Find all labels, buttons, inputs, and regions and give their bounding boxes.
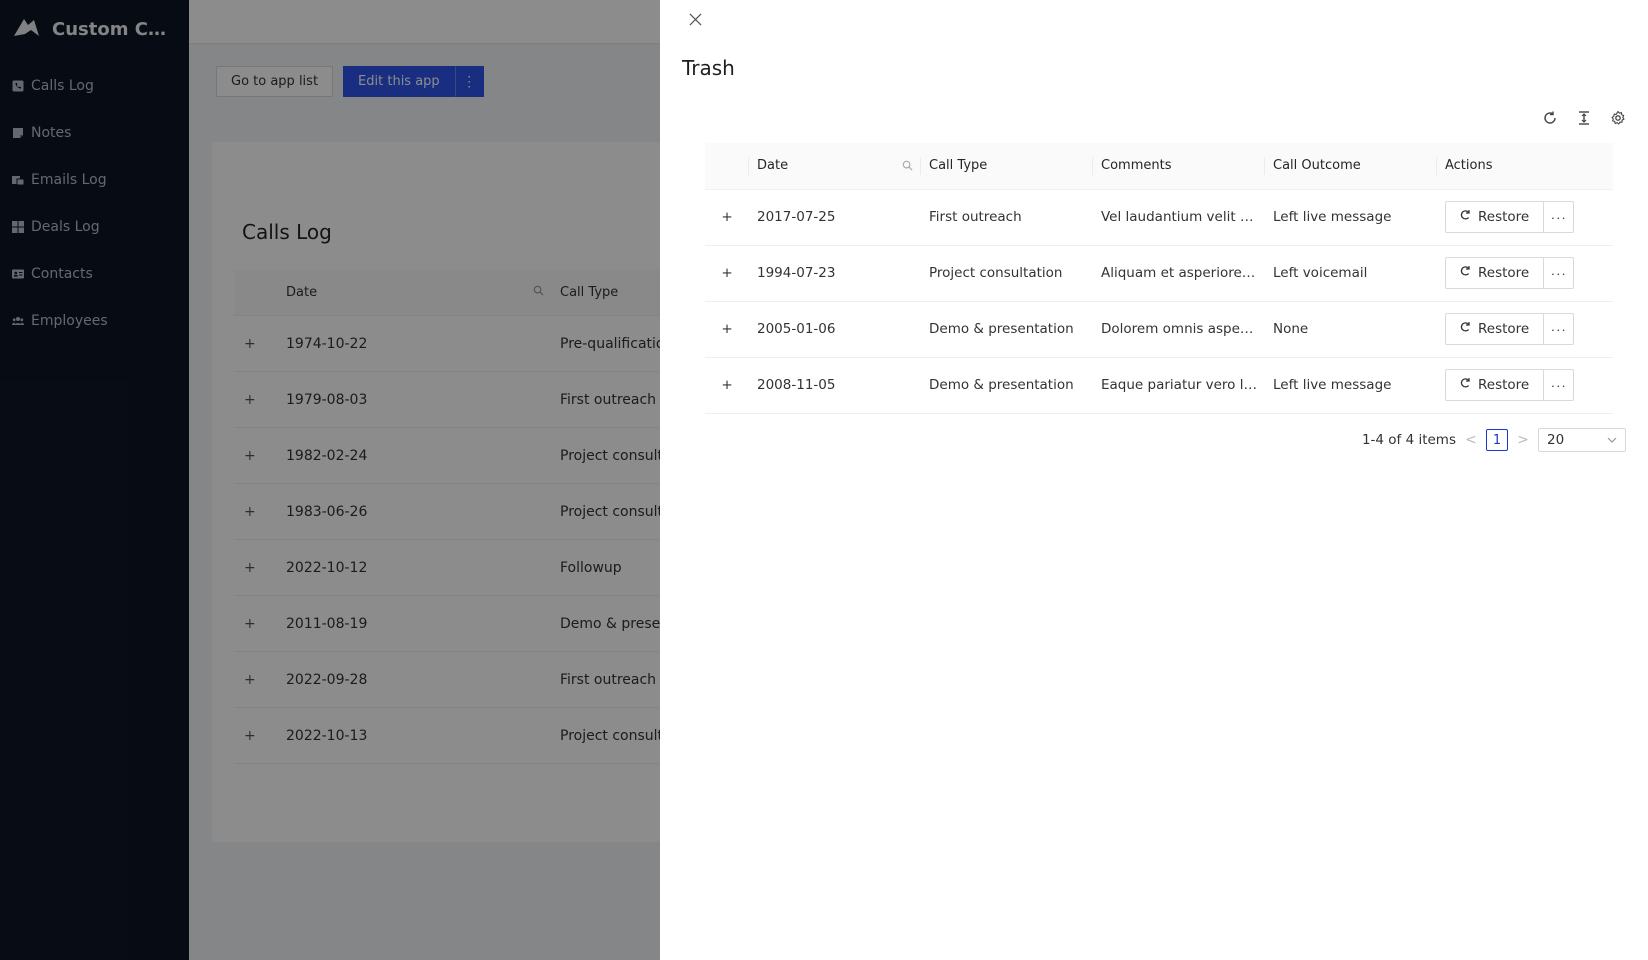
cell-actions: Restore ··· bbox=[1437, 245, 1613, 302]
row-actions: Restore ··· bbox=[1445, 313, 1605, 345]
restore-button[interactable]: Restore bbox=[1445, 257, 1545, 289]
cell-date: 2005-01-06 bbox=[749, 301, 921, 358]
cell-comments: Eaque pariatur vero la... bbox=[1093, 357, 1265, 414]
restore-button[interactable]: Restore bbox=[1445, 313, 1545, 345]
cell-call-type: Demo & presentation bbox=[921, 357, 1093, 414]
restore-icon bbox=[1459, 209, 1471, 225]
cell-actions: Restore ··· bbox=[1437, 189, 1613, 246]
cell-call-type: First outreach bbox=[921, 189, 1093, 246]
cell-call-outcome: Left live message bbox=[1265, 189, 1437, 246]
column-height-icon[interactable] bbox=[1574, 108, 1594, 128]
prev-page-button[interactable]: < bbox=[1464, 432, 1478, 448]
trash-table: Date Call Type Comments Call Outcome Act… bbox=[705, 143, 1613, 414]
row-more-button[interactable]: ··· bbox=[1544, 257, 1575, 289]
table-row: +1994-07-23 Project consultation Aliquam e… bbox=[705, 245, 1613, 302]
column-header-call-type[interactable]: Call Type bbox=[921, 143, 1093, 190]
column-header-actions: Actions bbox=[1437, 143, 1613, 190]
cell-call-outcome: Left live message bbox=[1265, 357, 1437, 414]
row-actions: Restore ··· bbox=[1445, 257, 1605, 289]
table-row: +2017-07-25 First outreach Vel laudantium … bbox=[705, 189, 1613, 246]
cell-comments: Dolorem omnis asperi... bbox=[1093, 301, 1265, 358]
column-header-comments[interactable]: Comments bbox=[1093, 143, 1265, 190]
cell-date: 1994-07-23 bbox=[749, 245, 921, 302]
page-size-value: 20 bbox=[1547, 432, 1565, 448]
row-actions: Restore ··· bbox=[1445, 369, 1605, 401]
refresh-icon[interactable] bbox=[1540, 108, 1560, 128]
cell-date: 2017-07-25 bbox=[749, 189, 921, 246]
restore-button[interactable]: Restore bbox=[1445, 201, 1545, 233]
row-more-button[interactable]: ··· bbox=[1544, 201, 1575, 233]
chevron-down-icon bbox=[1607, 435, 1617, 445]
cell-call-type: Demo & presentation bbox=[921, 301, 1093, 358]
pagination: 1-4 of 4 items < 1 > 20 bbox=[1362, 428, 1626, 452]
table-row: +2005-01-06 Demo & presentation Dolorem om… bbox=[705, 301, 1613, 358]
cell-actions: Restore ··· bbox=[1437, 357, 1613, 414]
expand-button[interactable]: + bbox=[705, 301, 749, 358]
expand-button[interactable]: + bbox=[705, 357, 749, 414]
page-size-select[interactable]: 20 bbox=[1538, 428, 1626, 452]
restore-icon bbox=[1459, 321, 1471, 337]
page-1-button[interactable]: 1 bbox=[1486, 429, 1508, 451]
cell-call-outcome: None bbox=[1265, 301, 1437, 358]
cell-date: 2008-11-05 bbox=[749, 357, 921, 414]
cell-comments: Aliquam et asperiores ... bbox=[1093, 245, 1265, 302]
cell-actions: Restore ··· bbox=[1437, 301, 1613, 358]
restore-icon bbox=[1459, 377, 1471, 393]
expand-button[interactable]: + bbox=[705, 189, 749, 246]
close-icon[interactable] bbox=[686, 12, 704, 30]
expand-button[interactable]: + bbox=[705, 245, 749, 302]
next-page-button[interactable]: > bbox=[1516, 432, 1530, 448]
cell-comments: Vel laudantium velit d... bbox=[1093, 189, 1265, 246]
column-header-date[interactable]: Date bbox=[749, 143, 921, 190]
column-header-call-outcome[interactable]: Call Outcome bbox=[1265, 143, 1437, 190]
cell-call-outcome: Left voicemail bbox=[1265, 245, 1437, 302]
table-row: +2008-11-05 Demo & presentation Eaque pari… bbox=[705, 357, 1613, 414]
search-icon[interactable] bbox=[902, 160, 913, 171]
row-more-button[interactable]: ··· bbox=[1544, 369, 1575, 401]
row-more-button[interactable]: ··· bbox=[1544, 313, 1575, 345]
restore-icon bbox=[1459, 265, 1471, 281]
settings-icon[interactable] bbox=[1608, 108, 1628, 128]
pagination-summary: 1-4 of 4 items bbox=[1361, 432, 1456, 448]
drawer-title: Trash bbox=[682, 56, 735, 80]
trash-drawer: Trash Date Call Type Comments Call Outco… bbox=[660, 0, 1648, 960]
table-header: Date Call Type Comments Call Outcome Act… bbox=[705, 143, 1613, 190]
table-toolbar bbox=[1540, 108, 1628, 128]
row-actions: Restore ··· bbox=[1445, 201, 1605, 233]
cell-call-type: Project consultation bbox=[921, 245, 1093, 302]
restore-button[interactable]: Restore bbox=[1445, 369, 1545, 401]
